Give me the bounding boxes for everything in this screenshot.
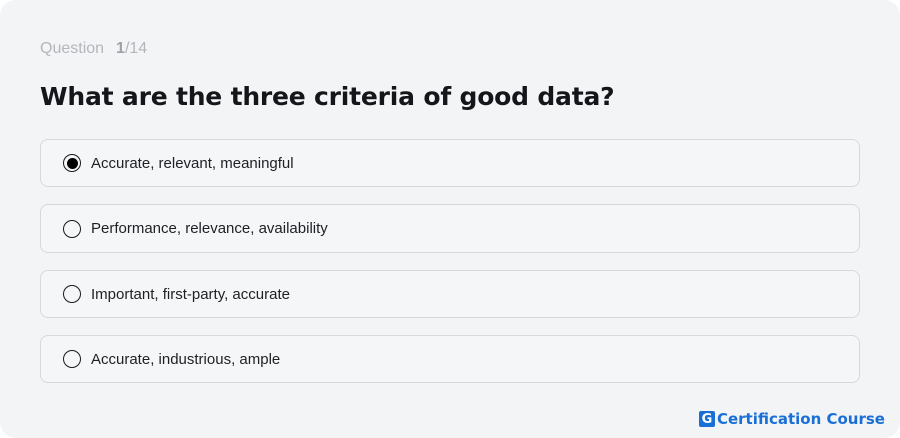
- quiz-card: Question 1/14 What are the three criteria…: [0, 0, 900, 438]
- answer-option-3[interactable]: Important, first-party, accurate: [40, 270, 860, 318]
- brand-footer[interactable]: G Certification Course: [698, 410, 885, 428]
- answer-option-1[interactable]: Accurate, relevant, meaningful: [40, 139, 860, 187]
- answer-option-label: Performance, relevance, availability: [91, 220, 328, 237]
- radio-dot: [66, 157, 78, 169]
- question-title: What are the three criteria of good data…: [40, 82, 615, 111]
- answer-option-label: Important, first-party, accurate: [91, 285, 290, 303]
- radio-unselected-icon[interactable]: [63, 350, 81, 368]
- radio-unselected-icon[interactable]: [63, 219, 81, 238]
- answer-option-2[interactable]: Performance, relevance, availability: [40, 204, 860, 253]
- question-total: /14: [124, 40, 148, 57]
- question-counter: Question 1/14: [40, 40, 147, 58]
- brand-logo-icon: G: [698, 411, 715, 427]
- answer-option-4[interactable]: Accurate, industrious, ample: [40, 335, 860, 383]
- answer-option-label: Accurate, relevant, meaningful: [91, 154, 294, 172]
- brand-name: Certification Course: [716, 410, 885, 428]
- question-current-number: 1: [116, 40, 125, 57]
- answer-option-label: Accurate, industrious, ample: [91, 350, 281, 368]
- question-counter-label: Question: [40, 40, 105, 57]
- radio-selected-icon[interactable]: [63, 154, 81, 172]
- answer-options: Accurate, relevant, meaningful Performan…: [40, 139, 860, 400]
- radio-unselected-icon[interactable]: [63, 285, 81, 303]
